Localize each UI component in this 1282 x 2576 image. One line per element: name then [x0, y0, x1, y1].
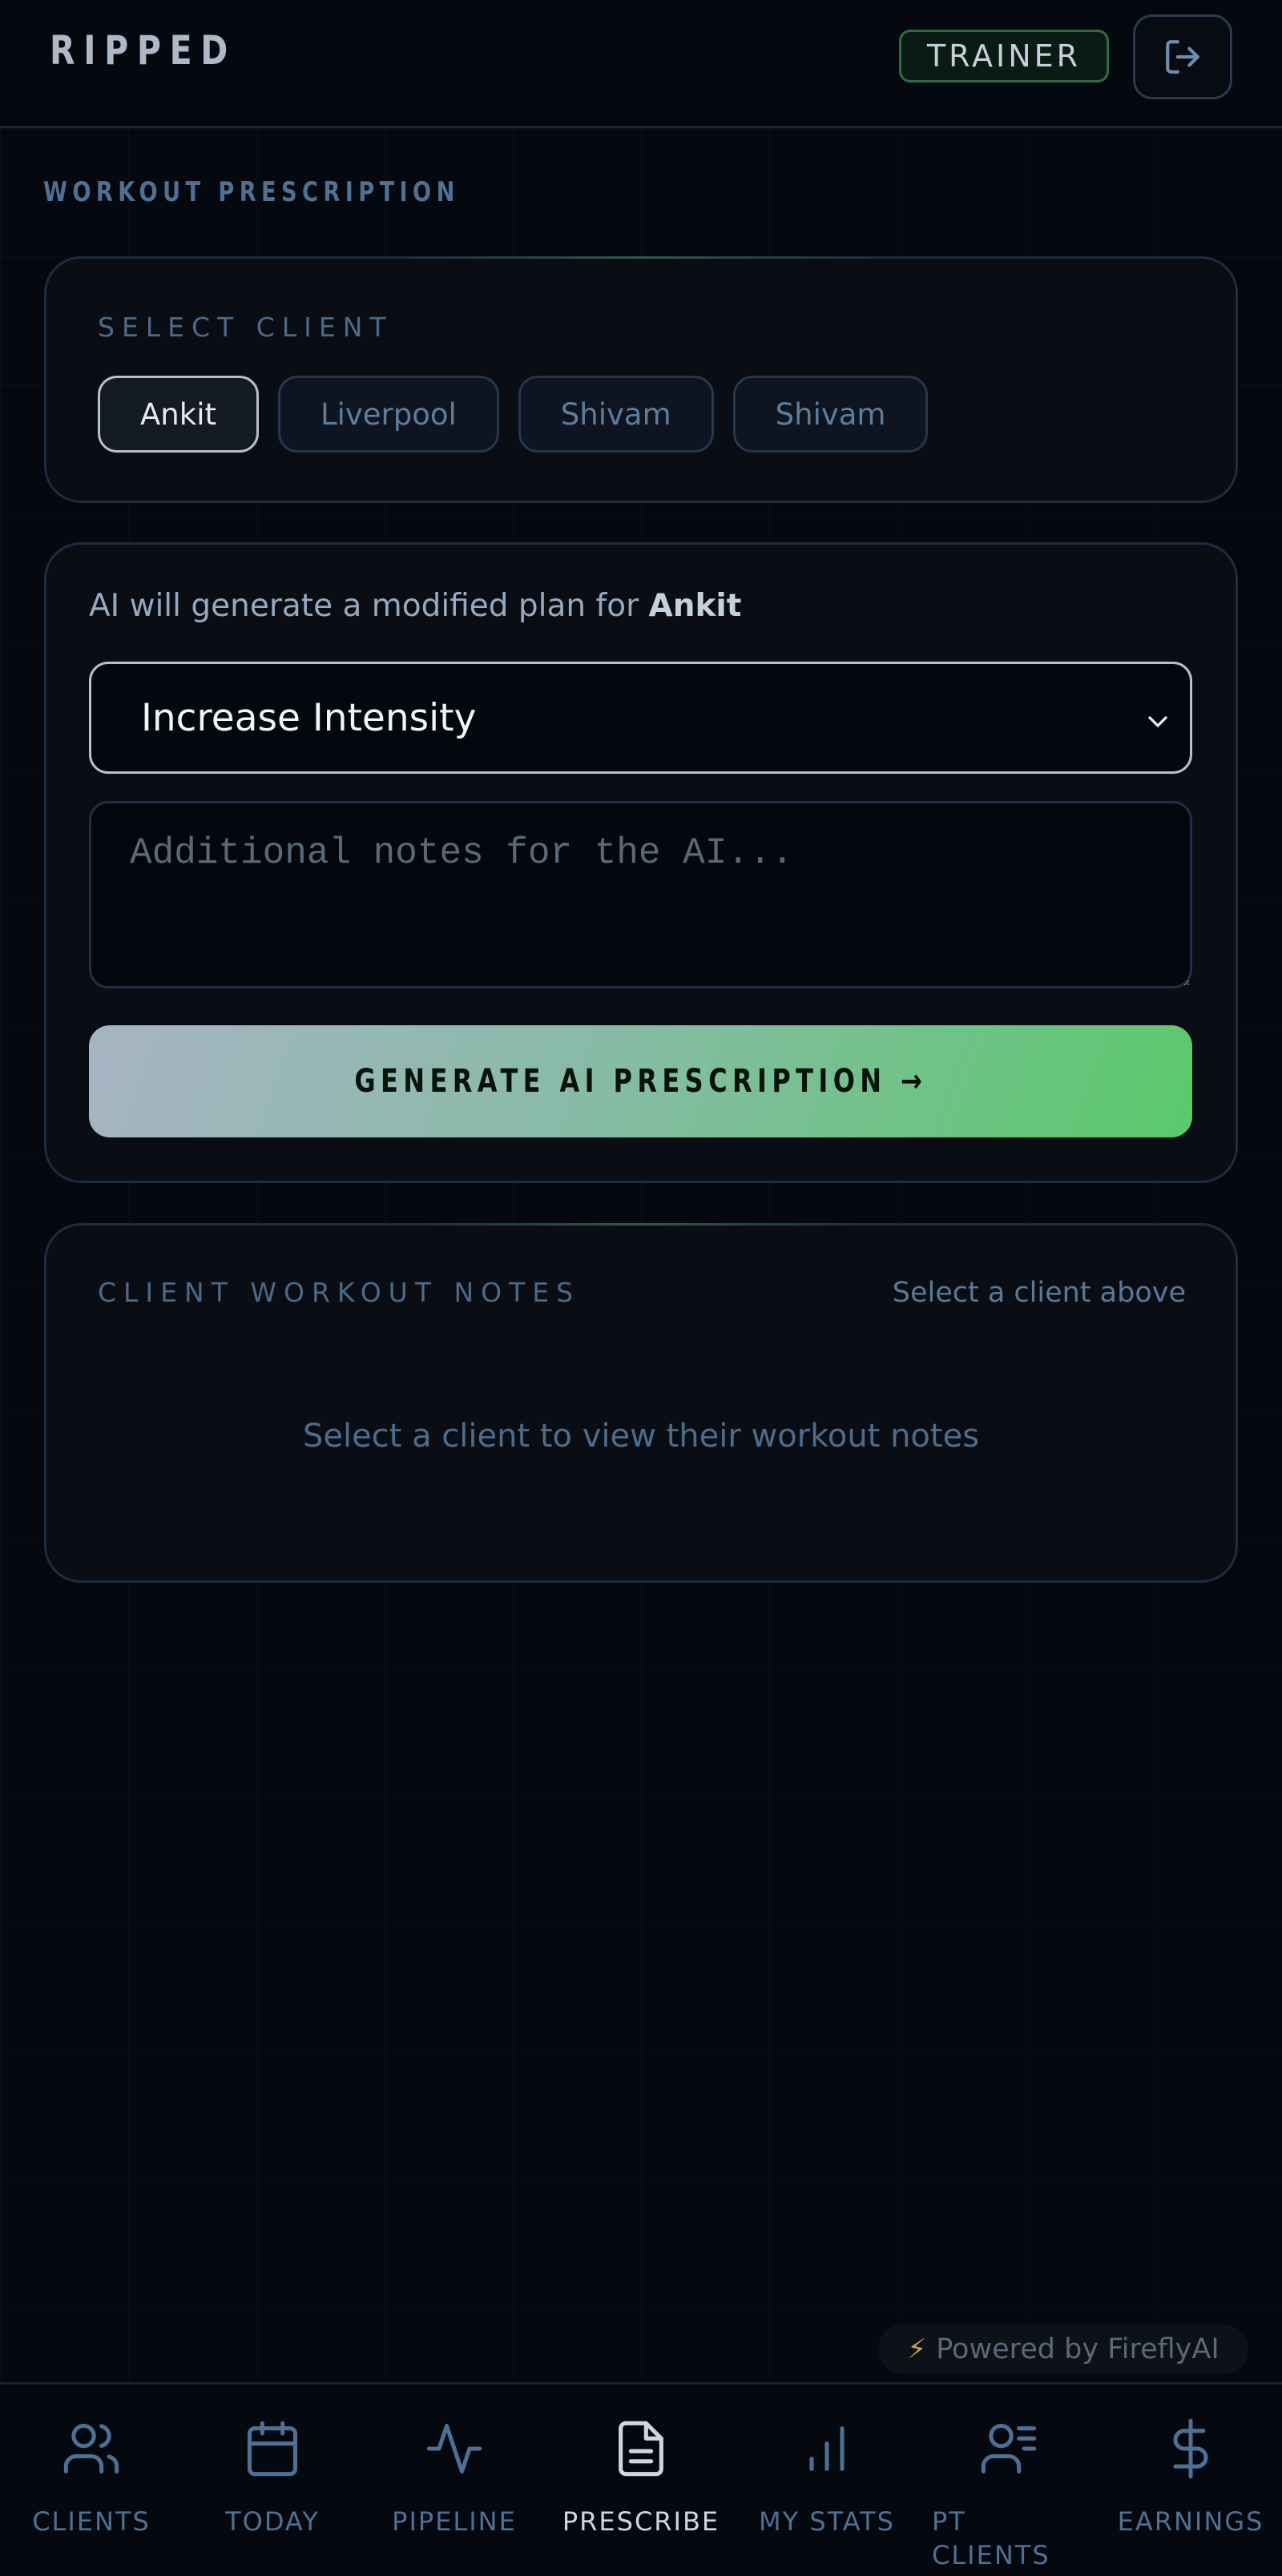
intro-client-name: Ankit: [648, 588, 742, 624]
nav-item-earnings[interactable]: EARNINGS: [1099, 2385, 1282, 2576]
workout-notes-empty: Select a client to view their workout no…: [302, 1418, 980, 1455]
logout-icon: [1166, 40, 1199, 74]
prescription-mode-value: Increase Intensity: [141, 696, 477, 740]
notes-input[interactable]: [89, 801, 1192, 988]
nav-label-pt-clients: PT CLIENTS: [932, 2506, 1050, 2570]
chevron-down-icon: [1148, 716, 1167, 727]
select-client-label: SELECT CLIENT: [98, 312, 393, 343]
activity-icon: [426, 2423, 482, 2474]
client-chip-liverpool[interactable]: Liverpool: [277, 376, 499, 453]
nav-item-prescribe[interactable]: PRESCRIBE: [550, 2385, 732, 2576]
client-chip-shivam[interactable]: Shivam: [518, 376, 714, 453]
workout-notes-card: CLIENT WORKOUT NOTES Select a client abo…: [44, 1223, 1238, 1583]
users-icon: [63, 2423, 119, 2474]
logout-button[interactable]: [1133, 14, 1232, 99]
nav-label-prescribe: PRESCRIBE: [562, 2506, 720, 2537]
nav-label-clients: CLIENTS: [32, 2506, 151, 2537]
generate-button-label: GENERATE AI PRESCRIPTION →: [354, 1063, 927, 1100]
nav-label-today: TODAY: [225, 2506, 320, 2537]
bar-chart-icon: [809, 2426, 845, 2471]
nav-item-pt-clients[interactable]: PT CLIENTS: [917, 2385, 1100, 2576]
client-chip-ankit[interactable]: Ankit: [98, 376, 259, 453]
bottom-nav: CLIENTS TODAY PIPELINE PRESCRIBE MY STAT…: [0, 2382, 1282, 2576]
intro-text: AI will generate a modified plan for: [89, 588, 639, 624]
bolt-icon: ⚡: [907, 2333, 927, 2365]
workout-notes-hint: Select a client above: [892, 1277, 1186, 1309]
role-badge: TRAINER: [899, 30, 1109, 83]
powered-by-badge: ⚡ Powered by FireflyAI: [878, 2324, 1248, 2374]
nav-label-my-stats: MY STATS: [759, 2506, 895, 2537]
dollar-icon: [1173, 2418, 1208, 2479]
select-client-card: SELECT CLIENT Ankit Liverpool Shivam Shi…: [44, 256, 1238, 503]
page-title: WORKOUT PRESCRIPTION: [43, 176, 460, 208]
app-logo: RIPPED: [50, 27, 236, 74]
client-chip-group: Ankit Liverpool Shivam Shivam: [98, 376, 929, 453]
prescription-intro: AI will generate a modified plan for Ank…: [89, 588, 741, 624]
nav-label-earnings: EARNINGS: [1117, 2506, 1264, 2537]
workout-notes-label: CLIENT WORKOUT NOTES: [98, 1277, 581, 1308]
user-list-icon: [981, 2423, 1037, 2474]
calendar-icon: [247, 2421, 298, 2477]
nav-item-pipeline[interactable]: PIPELINE: [363, 2385, 546, 2576]
nav-item-my-stats[interactable]: MY STATS: [736, 2385, 918, 2576]
powered-by-text: Powered by FireflyAI: [936, 2333, 1220, 2365]
prescription-card: AI will generate a modified plan for Ank…: [44, 542, 1238, 1183]
prescription-mode-select[interactable]: Increase Intensity: [89, 662, 1192, 774]
file-text-icon: [619, 2421, 663, 2477]
client-chip-shivam-2[interactable]: Shivam: [732, 376, 929, 453]
nav-item-clients[interactable]: CLIENTS: [0, 2385, 183, 2576]
nav-item-today[interactable]: TODAY: [181, 2385, 364, 2576]
app-header: RIPPED TRAINER: [0, 0, 1282, 128]
nav-label-pipeline: PIPELINE: [392, 2506, 517, 2537]
generate-prescription-button[interactable]: GENERATE AI PRESCRIPTION →: [89, 1025, 1192, 1137]
